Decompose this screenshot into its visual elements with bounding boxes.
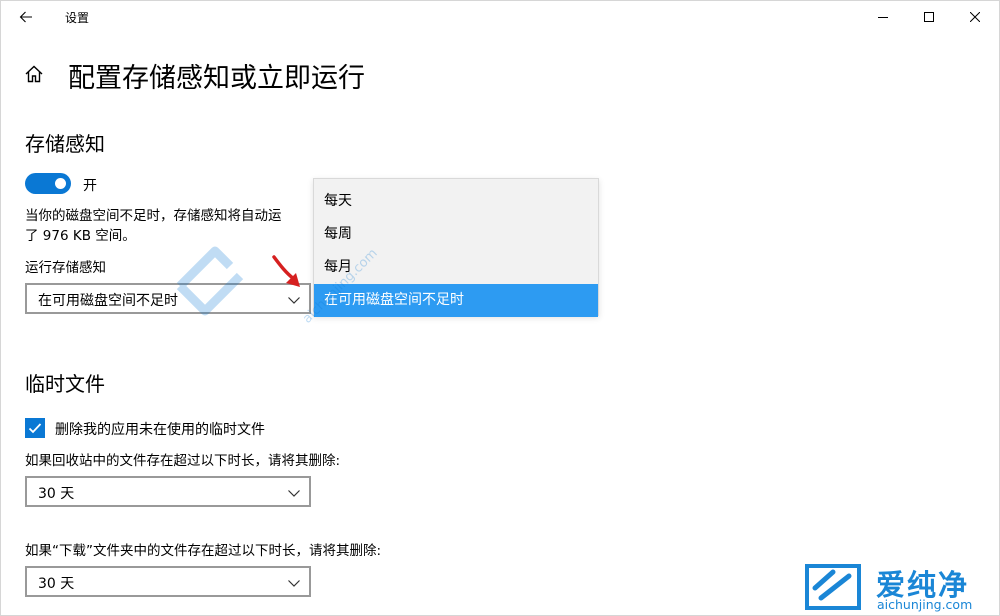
- downloads-folder-label: 如果“下载”文件夹中的文件存在超过以下时长，请将其删除:: [25, 543, 382, 559]
- minimize-icon: [878, 17, 888, 18]
- recycle-bin-duration-value: 30 天: [38, 486, 75, 502]
- corner-watermark: 爱纯净 aichunjing.com: [803, 562, 993, 612]
- checkmark-icon: [28, 423, 42, 434]
- chevron-down-icon: [288, 580, 300, 587]
- recycle-bin-label: 如果回收站中的文件存在超过以下时长，请将其删除:: [25, 453, 341, 469]
- recycle-bin-duration-select[interactable]: 30 天: [25, 476, 311, 507]
- run-storage-sense-label: 运行存储感知: [25, 260, 106, 276]
- close-button[interactable]: [952, 0, 998, 34]
- brand-logo-icon: [805, 564, 861, 610]
- temp-files-heading: 临时文件: [25, 372, 105, 396]
- maximize-button[interactable]: [906, 0, 952, 34]
- page-title: 配置存储感知或立即运行: [68, 63, 365, 94]
- back-arrow-icon: [19, 11, 32, 23]
- storage-sense-heading: 存储感知: [25, 132, 105, 156]
- title-bar: 设置: [0, 0, 1000, 34]
- maximize-icon: [924, 12, 934, 22]
- minimize-button[interactable]: [860, 0, 906, 34]
- storage-sense-toggle[interactable]: [25, 173, 71, 194]
- downloads-duration-select[interactable]: 30 天: [25, 566, 311, 597]
- watermark-url: aichunjing.com: [300, 245, 381, 327]
- downloads-duration-value: 30 天: [38, 576, 75, 592]
- back-button[interactable]: [10, 2, 42, 32]
- center-watermark: aichunjing.com: [170, 176, 390, 336]
- chevron-down-icon: [288, 490, 300, 497]
- home-button[interactable]: [24, 64, 48, 88]
- window-title: 设置: [65, 11, 90, 25]
- delete-temp-files-label: 删除我的应用未在使用的临时文件: [55, 422, 265, 438]
- watermark-logo-icon: [176, 246, 244, 316]
- home-icon: [25, 65, 43, 83]
- toggle-knob: [55, 178, 66, 189]
- brand-url-text: aichunjing.com: [877, 597, 973, 612]
- delete-temp-files-checkbox[interactable]: [25, 418, 45, 438]
- toggle-state-label: 开: [83, 178, 97, 194]
- close-icon: [970, 12, 980, 22]
- run-storage-sense-value: 在可用磁盘空间不足时: [38, 293, 178, 309]
